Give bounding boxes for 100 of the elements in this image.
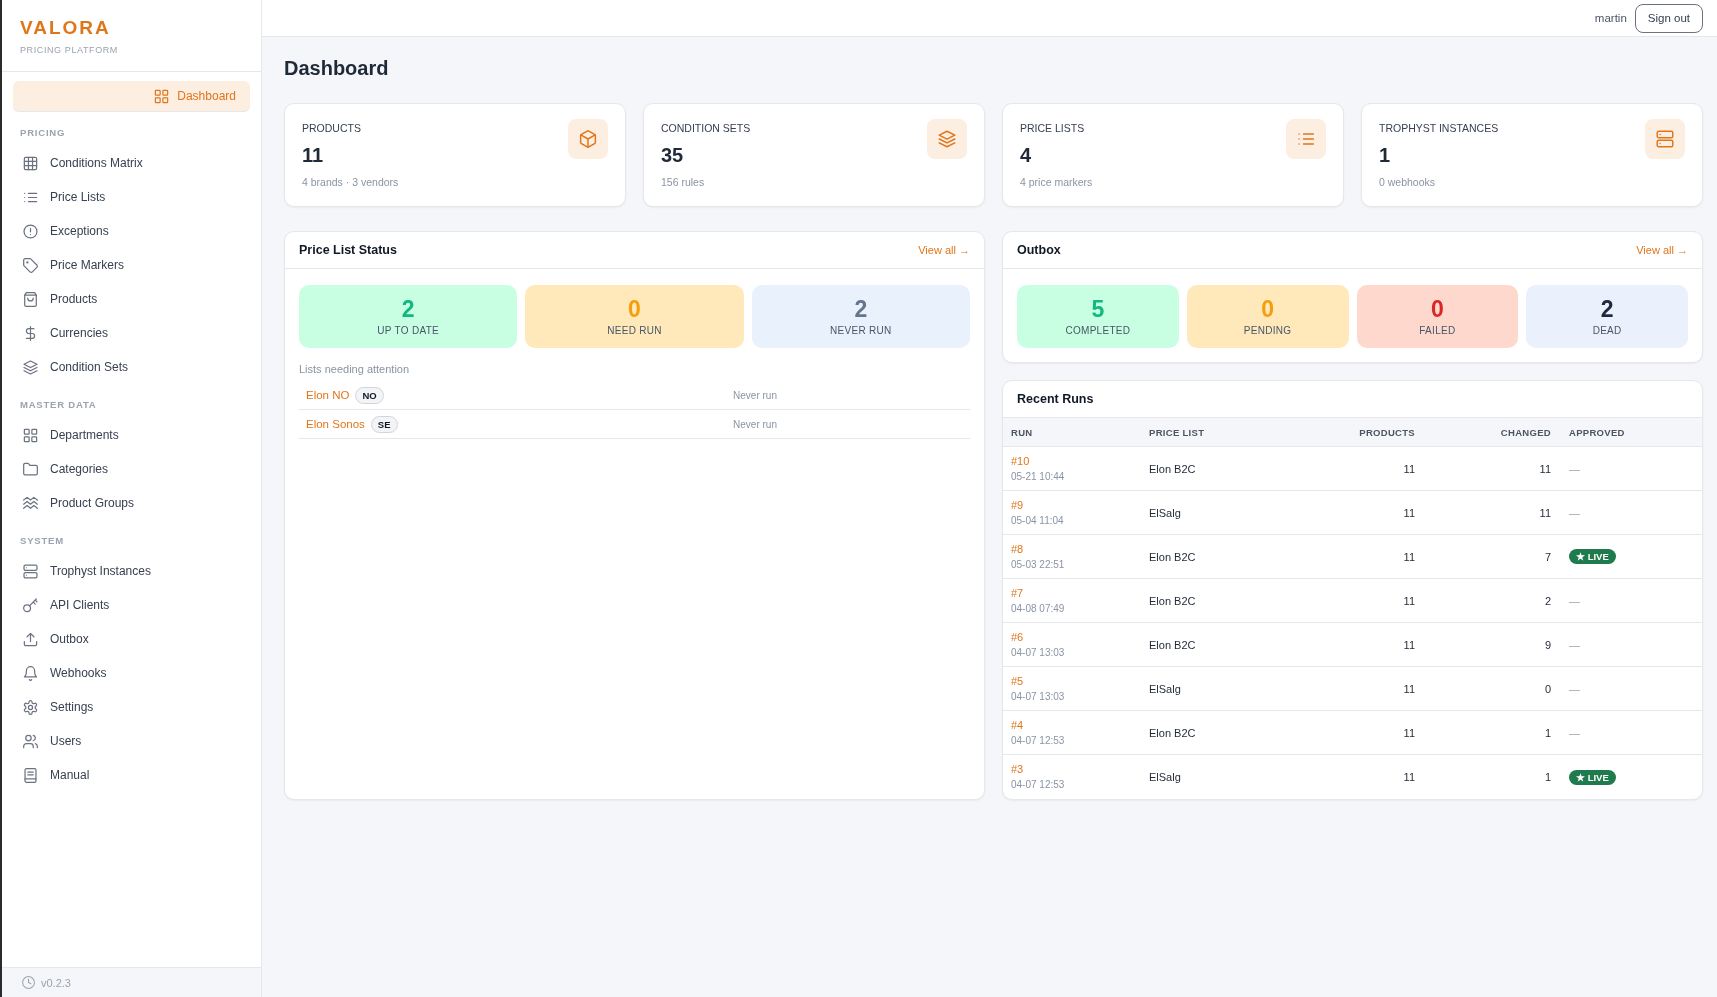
section-heading: MASTER DATA	[19, 398, 97, 412]
nav-item[interactable]: Exceptions	[13, 214, 250, 248]
run-time: 04-07 12:53	[1011, 734, 1065, 747]
changed-count: 11	[1539, 506, 1551, 519]
page-title: Dashboard	[284, 56, 389, 81]
empty-value: —	[1569, 462, 1580, 475]
logo-tagline: PRICING PLATFORM	[20, 44, 119, 57]
tile-label: FAILED	[1419, 324, 1456, 337]
tile-count: 0	[628, 296, 641, 322]
tile-count: 0	[1261, 296, 1274, 322]
stat-detail: 4 brands · 3 vendors	[302, 175, 399, 189]
column-header: PRICE LIST	[1149, 426, 1205, 438]
sign-out-button[interactable]: Sign out	[1634, 3, 1703, 33]
price-list-name: ElSalg	[1149, 506, 1181, 519]
stat-value: 1	[1379, 143, 1391, 167]
run-time: 04-07 12:53	[1011, 779, 1065, 791]
nav-item[interactable]: Price Markers	[13, 248, 250, 282]
empty-value: —	[1569, 638, 1580, 651]
cube-icon	[568, 119, 608, 159]
price-list-name: Elon B2C	[1149, 638, 1196, 651]
changed-count: 2	[1544, 594, 1551, 607]
upload-icon	[23, 631, 38, 647]
price-list-name: Elon B2C	[1149, 462, 1196, 475]
user-name: martin	[1594, 12, 1627, 24]
changed-count: 1	[1544, 771, 1551, 783]
run-status: Never run	[733, 418, 777, 430]
nav-item[interactable]: API Clients	[13, 588, 250, 622]
tile-count: 2	[401, 296, 415, 322]
price-list-name: Elon B2C	[1149, 550, 1196, 563]
nav-item[interactable]: Condition Sets	[13, 350, 250, 384]
table-icon	[23, 155, 38, 171]
key-icon	[23, 597, 38, 613]
nav-item[interactable]: Webhooks	[13, 656, 250, 690]
stat-detail: 156 rules	[661, 175, 705, 189]
nav-item[interactable]: Products	[13, 282, 250, 316]
nav-item[interactable]: Users	[13, 724, 250, 758]
nav-item[interactable]: Categories	[13, 452, 250, 486]
changed-count: 7	[1544, 550, 1551, 563]
stat-label: PRICE LISTS	[1020, 121, 1085, 135]
tag-icon	[23, 257, 38, 273]
stat-label: CONDITION SETS	[661, 121, 751, 135]
tile-count: 5	[1091, 296, 1105, 322]
section-heading: SYSTEM	[19, 534, 64, 548]
product-count: 11	[1403, 462, 1415, 475]
tile-count: 0	[1430, 296, 1444, 322]
layers-icon	[927, 119, 967, 159]
tile-label: NEED RUN	[607, 324, 662, 337]
logo: VALORA	[20, 16, 112, 40]
stat-label: PRODUCTS	[302, 121, 361, 135]
empty-value: —	[1569, 682, 1580, 695]
changed-count: 0	[1544, 682, 1551, 695]
column-header: RUN	[1011, 426, 1033, 438]
empty-value: —	[1569, 726, 1580, 739]
alert-circle-icon	[23, 223, 38, 239]
nav-item[interactable]: Trophyst Instances	[13, 554, 250, 588]
price-list-name: ElSalg	[1149, 771, 1181, 783]
tile-count: 2	[1600, 296, 1614, 322]
live-badge: ★ LIVE	[1569, 549, 1616, 564]
product-count: 11	[1403, 771, 1415, 783]
price-list-name: Elon B2C	[1149, 594, 1196, 607]
run-time: 04-07 13:03	[1011, 646, 1065, 659]
list-icon	[1286, 119, 1326, 159]
column-header: CHANGED	[1500, 426, 1551, 438]
server-icon	[23, 563, 38, 579]
stat-value: 4	[1020, 143, 1032, 167]
book-icon	[23, 767, 38, 783]
nav-item[interactable]: Outbox	[13, 622, 250, 656]
run-time: 04-07 13:03	[1011, 690, 1065, 703]
run-time: 05-21 10:44	[1011, 470, 1065, 483]
nav-item[interactable]: Settings	[13, 690, 250, 724]
column-header: APPROVED	[1569, 426, 1625, 438]
live-badge: ★ LIVE	[1569, 769, 1616, 785]
nav-item[interactable]: Price Lists	[13, 180, 250, 214]
dollar-icon	[23, 325, 38, 341]
run-time: 05-03 22:51	[1011, 558, 1065, 571]
users-icon	[23, 733, 38, 749]
grid-icon	[154, 88, 170, 104]
product-count: 11	[1403, 726, 1415, 739]
product-count: 11	[1403, 682, 1415, 695]
nav-item[interactable]: Currencies	[13, 316, 250, 350]
run-time: 04-08 07:49	[1011, 602, 1065, 615]
nav-item[interactable]: Departments	[13, 418, 250, 452]
nav-item[interactable]: Manual	[13, 758, 250, 792]
run-time: 05-04 11:04	[1011, 514, 1064, 527]
code-badge: NO	[355, 386, 384, 404]
bell-icon	[23, 665, 38, 681]
stat-value: 35	[661, 143, 684, 167]
nav-item[interactable]: Conditions Matrix	[13, 146, 250, 180]
bag-icon	[23, 291, 38, 307]
product-count: 11	[1403, 638, 1415, 651]
column-header: PRODUCTS	[1359, 426, 1415, 438]
folder-icon	[23, 461, 38, 477]
clock-icon	[22, 976, 35, 989]
panel-title: Recent Runs	[1017, 392, 1094, 406]
settings-icon	[23, 699, 38, 715]
zigzag-icon	[23, 495, 38, 511]
tile-label: DEAD	[1592, 324, 1622, 337]
nav-item[interactable]: Product Groups	[13, 486, 250, 520]
panel-title: Price List Status	[299, 243, 397, 257]
panel-title: Outbox	[1017, 243, 1061, 257]
